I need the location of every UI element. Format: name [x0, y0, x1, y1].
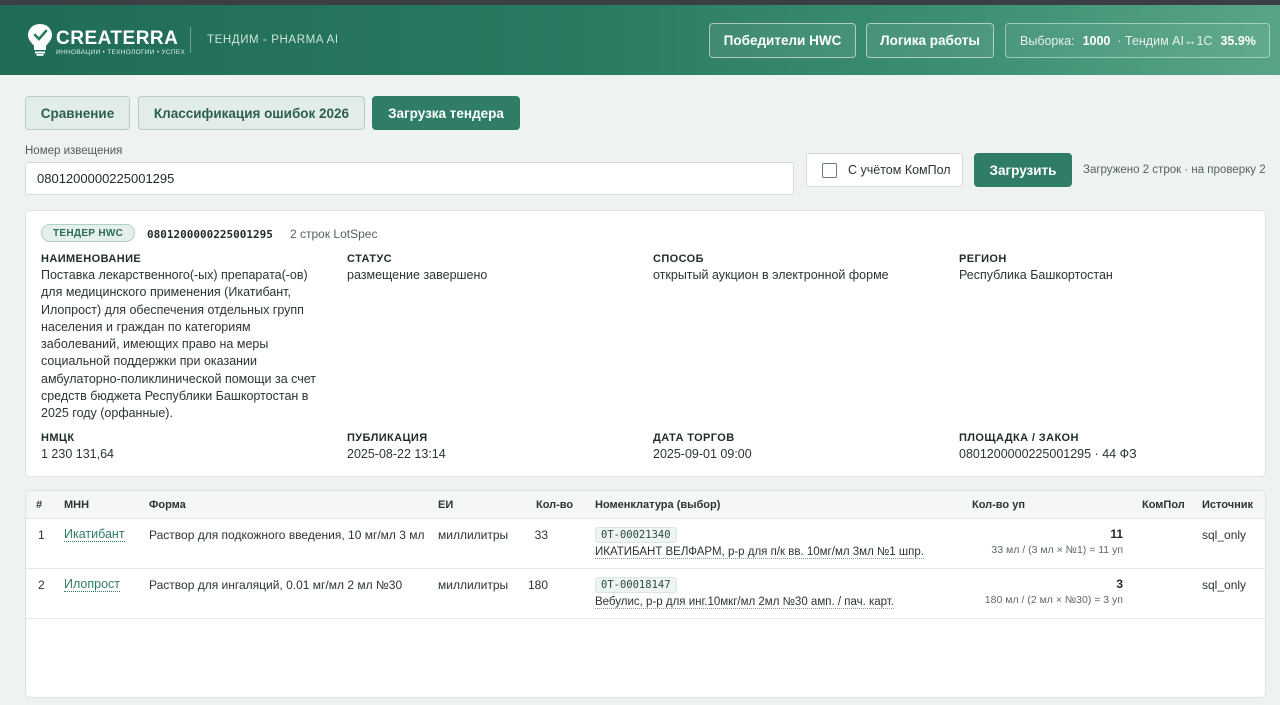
tender-number: 0801200000225001295: [147, 228, 273, 241]
tender-name-line: заболеваний, имеющих право на меры: [41, 337, 269, 352]
kompol-toggle[interactable]: С учётом КомПол: [806, 153, 963, 187]
region-label: РЕГИОН: [959, 253, 1007, 265]
row-source: sql_only: [1202, 578, 1247, 592]
tender-name-line: населения и граждан по категориям: [41, 319, 251, 334]
row-unit: миллилитры: [438, 528, 509, 542]
sample-value: 1000: [1082, 33, 1111, 48]
nomenclature-select[interactable]: Вебулис, р-р для инг.10мкг/мл 2мл №30 ам…: [595, 596, 894, 609]
status-value: размещение завершено: [347, 268, 488, 282]
mnn-link[interactable]: Икатибант: [64, 527, 125, 542]
col-header-qty: Кол-во: [536, 499, 574, 511]
region-value: Республика Башкортостан: [959, 268, 1113, 282]
tender-info-card: ТЕНДЕР HWC 0801200000225001295 2 строк L…: [25, 210, 1266, 477]
nmck-label: НМЦК: [41, 432, 75, 444]
tender-rows-info: 2 строк LotSpec: [290, 227, 378, 241]
match-label: · Тендим AI↔1С: [1117, 33, 1213, 48]
publication-value: 2025-08-22 13:14: [347, 447, 446, 461]
auction-date-label: ДАТА ТОРГОВ: [653, 432, 735, 444]
packs-value: 3: [1116, 577, 1123, 591]
tender-name-line: Илопрост) для обеспечения отдельных груп…: [41, 302, 304, 317]
load-status-text: Загружено 2 строк · на проверку 2: [1083, 164, 1266, 176]
brand-wordmark: CREATERRA: [56, 28, 179, 49]
tender-badge: ТЕНДЕР HWC: [41, 224, 136, 242]
platform-law-label: ПЛОЩАДКА / ЗАКОН: [959, 432, 1079, 444]
packs-formula: 180 мл / (2 мл × №30) = 3 уп: [984, 594, 1123, 606]
mnn-link[interactable]: Илопрост: [64, 577, 121, 592]
tender-name: Поставка лекарственного(-ых) препарата(-…: [41, 267, 331, 423]
kompol-checkbox[interactable]: [822, 162, 837, 178]
col-header-kompol: КомПол: [1142, 499, 1185, 511]
col-header-num: #: [36, 499, 43, 511]
platform-law-value: 0801200000225001295 · 44 ФЗ: [959, 447, 1137, 461]
row-form: Раствор для ингаляций, 0.01 мг/мл 2 мл №…: [149, 578, 403, 592]
auction-date-value: 2025-09-01 09:00: [653, 447, 752, 461]
method-label: СПОСОБ: [653, 253, 704, 265]
row-qty: 33: [534, 528, 548, 542]
tab-error-classification[interactable]: Классификация ошибок 2026: [138, 96, 365, 130]
tender-name-line: 2025 году (орфанные).: [41, 406, 173, 421]
match-value: 35.9%: [1220, 33, 1256, 48]
tender-name-line: для медицинского применения (Икатибант,: [41, 285, 291, 300]
table-row[interactable]: 2 Илопрост Раствор для ингаляций, 0.01 м…: [26, 569, 1265, 619]
lightbulb-logo-icon: [28, 24, 52, 56]
notice-number-input[interactable]: [25, 162, 794, 195]
row-unit: миллилитры: [438, 578, 509, 592]
notice-number-label: Номер извещения: [25, 145, 123, 157]
nomenclature-select[interactable]: ИКАТИБАНТ ВЕЛФАРМ, р-р для п/к вв. 10мг/…: [595, 546, 924, 559]
nomenclature-code[interactable]: 0T-00021340: [595, 527, 677, 543]
sample-stats-panel: Выборка: 1000 · Тендим AI↔1С 35.9%: [1005, 23, 1270, 58]
method-value: открытый аукцион в электронной форме: [653, 268, 889, 282]
tender-name-line: социальной поддержки при оказании: [41, 354, 258, 369]
header-divider: [190, 27, 191, 53]
nomenclature-code[interactable]: 0T-00018147: [595, 577, 677, 593]
lots-table: # МНН Форма ЕИ Кол-во Номенклатура (выбо…: [25, 490, 1266, 698]
row-num: 2: [38, 578, 45, 592]
packs-value: 11: [1110, 527, 1123, 541]
col-header-form: Форма: [149, 499, 186, 511]
col-header-nomenclature: Номенклатура (выбор): [595, 499, 721, 511]
row-source: sql_only: [1202, 528, 1247, 542]
packs-formula: 33 мл / (3 мл × №1) = 11 уп: [991, 544, 1123, 556]
status-label: СТАТУС: [347, 253, 392, 265]
row-qty: 180: [527, 578, 548, 592]
logic-button[interactable]: Логика работы: [866, 23, 994, 58]
col-header-source: Источник: [1202, 499, 1254, 511]
tender-name-line: Поставка лекарственного(-ых) препарата(-…: [41, 268, 308, 282]
row-num: 1: [38, 528, 45, 542]
col-header-unit: ЕИ: [438, 499, 454, 511]
col-header-packs: Кол-во уп: [972, 499, 1025, 511]
tender-name-line: амбулаторно-поликлинической помощи за сч…: [41, 371, 317, 386]
tender-name-line: средств бюджета Республики Башкортостан …: [41, 389, 309, 404]
sample-label: Выборка:: [1020, 33, 1075, 48]
table-header: # МНН Форма ЕИ Кол-во Номенклатура (выбо…: [26, 491, 1265, 519]
nmck-value: 1 230 131,64: [41, 447, 114, 461]
brand-logo[interactable]: CREATERRA ИННОВАЦИИ • ТЕХНОЛОГИИ • УСПЕХ: [26, 22, 185, 58]
row-form: Раствор для подкожного введения, 10 мг/м…: [149, 528, 425, 542]
app-subtitle: ТЕНДИМ - PHARMA AI: [207, 34, 339, 46]
table-row[interactable]: 1 Икатибант Раствор для подкожного введе…: [26, 519, 1265, 569]
brand-tagline: ИННОВАЦИИ • ТЕХНОЛОГИИ • УСПЕХ: [56, 49, 186, 56]
tab-tender-upload[interactable]: Загрузка тендера: [372, 96, 520, 130]
tab-comparison[interactable]: Сравнение: [25, 96, 130, 130]
winners-hwc-button[interactable]: Победители HWC: [709, 23, 856, 58]
kompol-label: С учётом КомПол: [848, 163, 951, 177]
publication-label: ПУБЛИКАЦИЯ: [347, 432, 428, 444]
name-label: НАИМЕНОВАНИЕ: [41, 253, 142, 265]
app-header: CREATERRA ИННОВАЦИИ • ТЕХНОЛОГИИ • УСПЕХ…: [0, 5, 1280, 75]
load-button[interactable]: Загрузить: [974, 153, 1072, 187]
col-header-mnn: МНН: [64, 499, 90, 511]
